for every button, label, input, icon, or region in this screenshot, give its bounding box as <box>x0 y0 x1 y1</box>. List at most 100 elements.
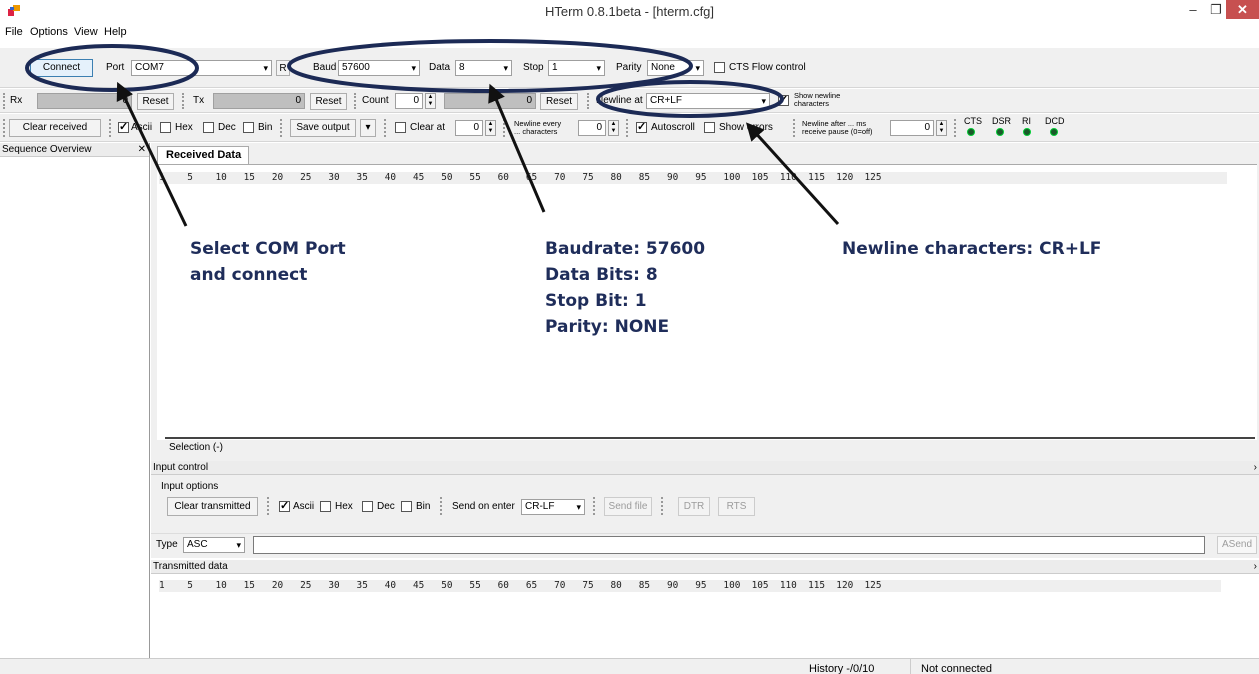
maximize-button[interactable]: ❐ <box>1206 0 1226 20</box>
annotation-line: Parity: NONE <box>545 317 670 337</box>
baud-select[interactable]: 57600 ▾ <box>338 60 420 76</box>
save-output-dropdown[interactable]: ▾ <box>360 119 376 137</box>
toolbar-grip[interactable] <box>661 497 664 515</box>
dcd-led-icon <box>1050 128 1058 136</box>
hex-checkbox[interactable] <box>160 122 171 133</box>
menu-view[interactable]: View <box>74 26 98 38</box>
ri-signal-label: RI <box>1022 116 1031 126</box>
input-hex-checkbox[interactable] <box>320 501 331 512</box>
newline-after-input[interactable]: 0 <box>890 120 934 136</box>
bin-label: Bin <box>258 122 273 133</box>
menu-help[interactable]: Help <box>104 26 127 38</box>
received-ruler: 1 5 10 15 20 25 30 35 40 45 50 55 60 65 … <box>159 172 1227 184</box>
show-errors-checkbox[interactable] <box>704 122 715 133</box>
count-reset-button[interactable]: Reset <box>540 93 578 110</box>
send-on-enter-select[interactable]: CR-LF ▾ <box>521 499 585 515</box>
show-newline-checkbox[interactable] <box>778 93 789 106</box>
transmitted-data-header[interactable]: Transmitted data › <box>151 560 1259 574</box>
menu-file[interactable]: File <box>5 26 23 38</box>
sequence-overview-header: Sequence Overview ✕ <box>0 143 149 157</box>
toolbar-grip[interactable] <box>267 497 270 515</box>
toolbar-grip[interactable] <box>503 119 506 137</box>
input-dec-checkbox[interactable] <box>362 501 373 512</box>
close-window-button[interactable]: ✕ <box>1226 0 1259 19</box>
count-input[interactable]: 0 <box>395 93 423 109</box>
toolbar-grip[interactable] <box>182 93 185 109</box>
send-file-button[interactable]: Send file <box>604 497 652 516</box>
close-icon[interactable]: ✕ <box>138 143 146 156</box>
menu-options[interactable]: Options <box>30 26 68 38</box>
newline-every-spinner[interactable]: ▲ ▼ <box>608 120 619 136</box>
rx-reset-button[interactable]: Reset <box>137 93 174 110</box>
menu-bar: File Options View Help <box>0 24 1259 42</box>
received-data-view[interactable]: 1 5 10 15 20 25 30 35 40 45 50 55 60 65 … <box>157 164 1257 440</box>
port-value: COM7 <box>135 62 164 73</box>
clear-received-button[interactable]: Clear received <box>9 119 101 137</box>
count-spinner[interactable]: ▲ ▼ <box>425 93 436 109</box>
annotation-line: Data Bits: 8 <box>545 265 658 285</box>
clear-at-spinner[interactable]: ▲ ▼ <box>485 120 496 136</box>
input-bin-checkbox[interactable] <box>401 501 412 512</box>
toolbar-grip[interactable] <box>109 119 112 137</box>
annotation-line: and connect <box>190 265 308 285</box>
newline-at-select[interactable]: CR+LF ▾ <box>646 93 770 109</box>
dtr-button[interactable]: DTR <box>678 497 710 516</box>
connect-button[interactable]: Connect <box>30 59 93 77</box>
save-output-button[interactable]: Save output <box>290 119 356 137</box>
newline-every-input[interactable]: 0 <box>578 120 606 136</box>
port-select[interactable]: COM7 ▾ <box>131 60 272 76</box>
chevron-down-icon: ▾ <box>596 63 601 73</box>
toolbar-grip[interactable] <box>280 119 283 137</box>
receive-options-toolbar: Clear received Ascii Hex Dec Bin Save ou… <box>0 114 1259 142</box>
toolbar-grip[interactable] <box>3 119 6 137</box>
toolbar-grip[interactable] <box>354 93 357 109</box>
dcd-signal-label: DCD <box>1045 116 1065 126</box>
refresh-ports-button[interactable]: R <box>276 60 290 76</box>
toolbar-grip[interactable] <box>3 93 6 109</box>
send-input[interactable] <box>253 536 1205 554</box>
ascii-checkbox[interactable] <box>118 120 129 133</box>
bin-checkbox[interactable] <box>243 122 254 133</box>
counter-toolbar: Rx 0 Reset Tx 0 Reset Count 0 ▲ ▼ 0 Reset… <box>0 89 1259 113</box>
input-control-header[interactable]: Input control › <box>151 461 1259 475</box>
clear-at-checkbox[interactable] <box>395 122 406 133</box>
parity-select[interactable]: None ▾ <box>647 60 704 76</box>
toolbar-grip[interactable] <box>384 119 387 137</box>
input-ascii-label: Ascii <box>293 501 315 512</box>
input-dec-label: Dec <box>377 501 395 512</box>
baud-label: Baud <box>313 62 337 73</box>
clear-transmitted-button[interactable]: Clear transmitted <box>167 497 258 516</box>
chevron-down-icon: ▾ <box>695 63 700 73</box>
send-on-enter-label: Send on enter <box>452 501 515 512</box>
chevron-down-icon: ▾ <box>365 122 371 133</box>
asend-button[interactable]: ASend <box>1217 536 1257 554</box>
toolbar-grip[interactable] <box>587 93 590 109</box>
toolbar-grip[interactable] <box>440 497 443 515</box>
input-options-label: Input options <box>161 481 219 492</box>
toolbar-grip[interactable] <box>593 497 596 515</box>
minimize-button[interactable]: – <box>1180 0 1206 20</box>
tab-received-data[interactable]: Received Data <box>157 146 249 164</box>
toolbar-grip[interactable] <box>793 119 796 137</box>
status-divider <box>910 659 911 674</box>
cts-led-icon <box>967 128 975 136</box>
autoscroll-checkbox[interactable] <box>636 120 647 133</box>
sequence-overview-panel: Sequence Overview ✕ <box>0 143 150 658</box>
transmitted-data-panel: Transmitted data › 1 5 10 15 20 25 30 35 … <box>151 560 1259 658</box>
dec-label: Dec <box>218 122 236 133</box>
dec-checkbox[interactable] <box>203 122 214 133</box>
newline-after-label: Newline after ... ms receive pause (0=of… <box>802 119 873 136</box>
toolbar-grip[interactable] <box>626 119 629 137</box>
clear-at-input[interactable]: 0 <box>455 120 483 136</box>
title-bar: HTerm 0.8.1beta - [hterm.cfg] – ❐ ✕ <box>0 0 1259 22</box>
stop-bits-select[interactable]: 1 ▾ <box>548 60 605 76</box>
rts-button[interactable]: RTS <box>718 497 755 516</box>
tx-reset-button[interactable]: Reset <box>310 93 347 110</box>
toolbar-grip[interactable] <box>954 119 957 137</box>
data-bits-select[interactable]: 8 ▾ <box>455 60 512 76</box>
type-select[interactable]: ASC ▾ <box>183 537 245 553</box>
cts-flow-checkbox[interactable] <box>714 62 725 73</box>
newline-after-spinner[interactable]: ▲ ▼ <box>936 120 947 136</box>
input-ascii-checkbox[interactable] <box>279 499 290 512</box>
type-value: ASC <box>187 539 208 550</box>
